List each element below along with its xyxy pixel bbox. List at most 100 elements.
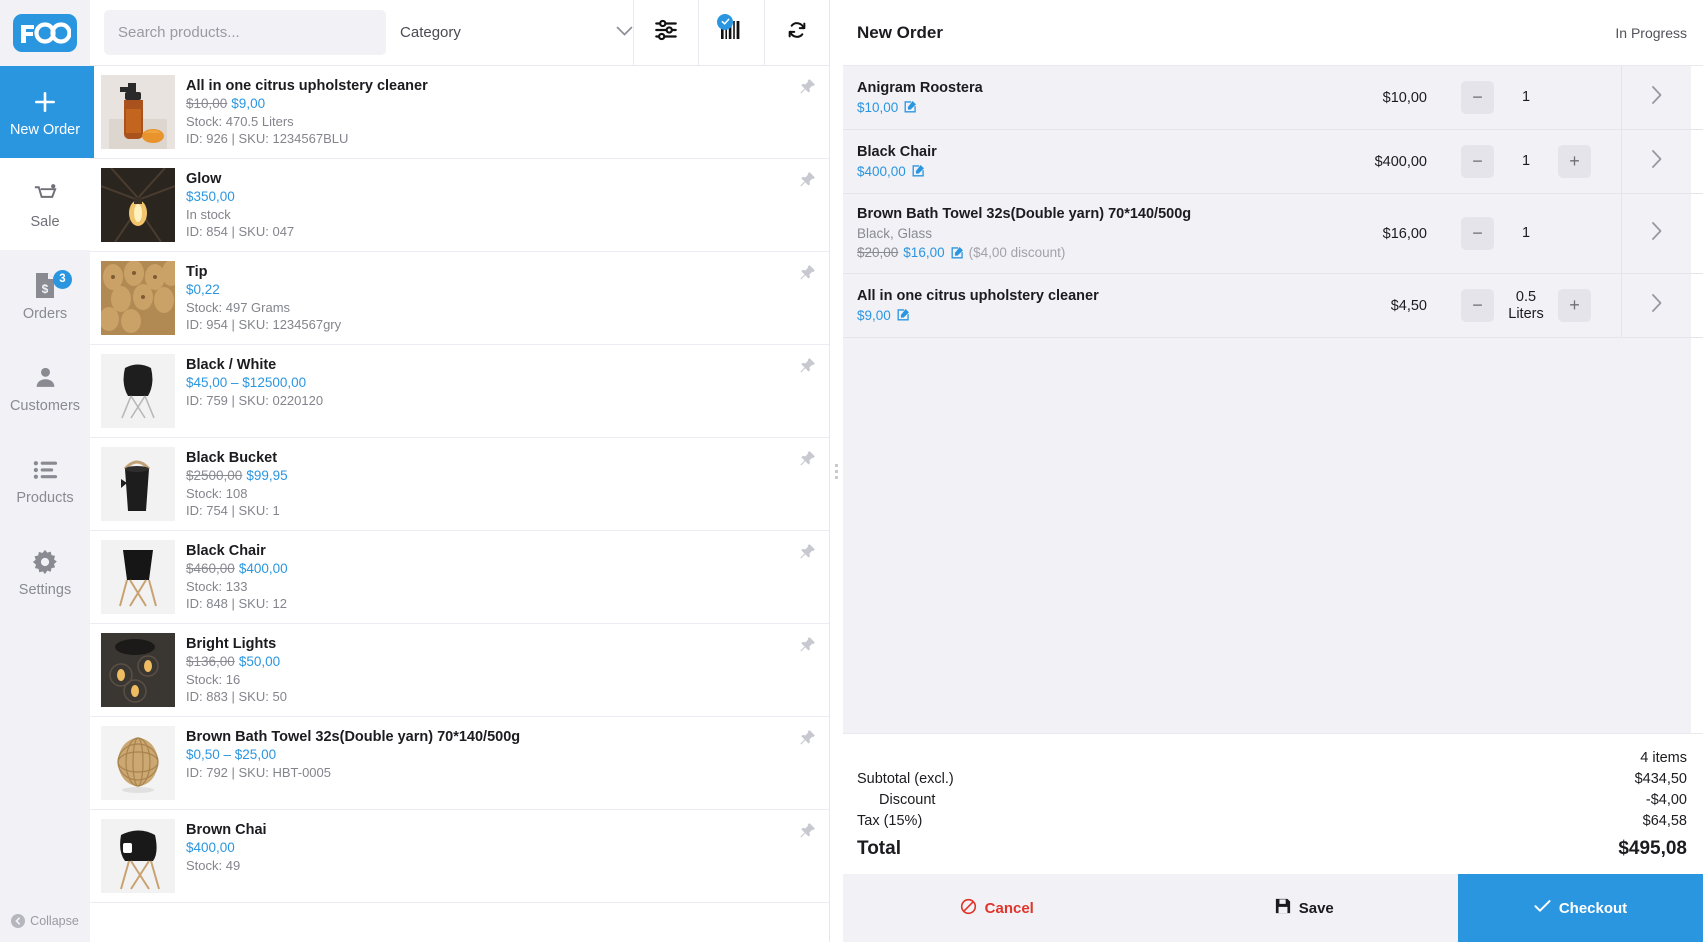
product-current-price: $9,00 <box>231 96 266 111</box>
product-row[interactable]: Brown Bath Towel 32s(Double yarn) 70*140… <box>90 717 829 810</box>
quantity-value[interactable]: 1 <box>1494 89 1558 106</box>
sidebar: New Order Sale 3 $ Orders Customers Prod… <box>0 0 90 942</box>
edit-price-icon[interactable] <box>950 246 964 260</box>
order-items-list[interactable]: Anigram Roostera $10,00 $10,00−1 Black Chai… <box>843 66 1703 733</box>
chevron-right-icon <box>1651 85 1663 110</box>
order-item-details-button[interactable] <box>1621 66 1691 129</box>
order-item-details-button[interactable] <box>1621 130 1691 193</box>
search-input[interactable] <box>104 10 387 55</box>
decrease-quantity-button[interactable]: − <box>1461 145 1494 178</box>
order-item-variant: Black, Glass <box>857 226 933 241</box>
brand-logo[interactable] <box>0 0 90 66</box>
tax-value: $64,58 <box>1642 813 1687 829</box>
product-row[interactable]: All in one citrus upholstery cleaner $10,… <box>90 66 829 159</box>
order-item-row[interactable]: Anigram Roostera $10,00 $10,00−1 <box>843 66 1703 130</box>
order-item-details-button[interactable] <box>1621 274 1691 337</box>
product-id-sku: ID: 754 | SKU: 1 <box>186 503 280 518</box>
pin-icon[interactable] <box>785 819 829 839</box>
total-value: $495,08 <box>1618 838 1687 859</box>
sidebar-item-products[interactable]: Products <box>0 434 90 526</box>
order-list-scrollbar-track[interactable] <box>1691 338 1703 733</box>
collapse-button[interactable]: Collapse <box>0 914 90 928</box>
product-current-price: $400,00 <box>238 561 288 576</box>
product-id-sku: ID: 848 | SKU: 12 <box>186 596 287 611</box>
filter-button[interactable] <box>632 0 698 66</box>
pin-icon[interactable] <box>785 168 829 188</box>
sidebar-item-label: New Order <box>9 121 81 138</box>
product-info: Brown Bath Towel 32s(Double yarn) 70*140… <box>186 726 785 781</box>
sidebar-item-orders[interactable]: 3 $ Orders <box>0 250 90 342</box>
quantity-value[interactable]: 1 <box>1494 225 1558 242</box>
pin-icon[interactable] <box>785 75 829 95</box>
product-price: $350,00 <box>186 188 785 206</box>
product-name: Brown Chai <box>186 822 267 838</box>
product-id-sku: ID: 854 | SKU: 047 <box>186 224 295 239</box>
product-row[interactable]: Tip $0,22 Stock: 497 Grams ID: 954 | SKU: 1… <box>90 252 829 345</box>
order-list-scrollbar[interactable] <box>1691 194 1703 273</box>
order-actions: Cancel Save Checkout <box>843 874 1703 942</box>
refresh-button[interactable] <box>763 0 829 66</box>
order-item-info: Brown Bath Towel 32s(Double yarn) 70*140… <box>843 194 1327 273</box>
pin-icon[interactable] <box>785 447 829 467</box>
cancel-button[interactable]: Cancel <box>843 874 1151 942</box>
product-id-sku: ID: 759 | SKU: 0220120 <box>186 393 324 408</box>
product-row[interactable]: Black / White $45,00 – $12500,00 ID: 759 |… <box>90 345 829 438</box>
product-row[interactable]: Glow $350,00 In stock ID: 854 | SKU: 047 <box>90 159 829 252</box>
order-list-scrollbar[interactable] <box>1691 66 1703 129</box>
sidebar-item-customers[interactable]: Customers <box>0 342 90 434</box>
product-stock: Stock: 49 <box>186 858 241 873</box>
quantity-value[interactable]: 0.5 Liters <box>1494 289 1558 323</box>
order-item-row[interactable]: Black Chair $400,00 $400,00 − 1 + <box>843 130 1703 194</box>
decrease-quantity-button[interactable]: − <box>1461 289 1494 322</box>
product-name: Black Bucket <box>186 450 278 466</box>
gear-icon <box>32 547 58 577</box>
order-item-line-total: $4,50 <box>1390 297 1427 314</box>
edit-price-icon[interactable] <box>903 100 917 114</box>
product-info: Bright Lights $136,00 $50,00 Stock: 16 ID: 8… <box>186 633 785 705</box>
subtotal-label: Subtotal (excl.) <box>857 771 954 787</box>
sidebar-item-label: Orders <box>22 305 68 322</box>
edit-price-icon[interactable] <box>911 164 925 178</box>
edit-price-icon[interactable] <box>896 308 910 322</box>
sidebar-item-label: Settings <box>18 581 72 598</box>
product-row[interactable]: Bright Lights $136,00 $50,00 Stock: 16 ID: 8… <box>90 624 829 717</box>
pin-icon[interactable] <box>785 540 829 560</box>
pin-icon[interactable] <box>785 633 829 653</box>
order-item-details-button[interactable] <box>1621 194 1691 273</box>
order-item-row[interactable]: Brown Bath Towel 32s(Double yarn) 70*140… <box>843 194 1703 274</box>
save-button[interactable]: Save <box>1151 874 1459 942</box>
checkout-button[interactable]: Checkout <box>1458 874 1703 942</box>
order-item-row[interactable]: All in one citrus upholstery cleaner $9,0… <box>843 274 1703 338</box>
sidebar-item-new-order[interactable]: New Order <box>0 66 90 158</box>
quantity-value[interactable]: 1 <box>1494 153 1558 170</box>
cancel-label: Cancel <box>984 899 1034 917</box>
product-thumbnail <box>101 261 175 335</box>
discount-label: Discount <box>879 792 936 808</box>
pin-icon[interactable] <box>785 261 829 281</box>
quantity-stepper: − 1 + <box>1431 130 1621 193</box>
order-item-name: Brown Bath Towel 32s(Double yarn) 70*140… <box>857 206 1192 222</box>
quantity-stepper: −0.5 Liters + <box>1431 274 1621 337</box>
order-items-empty-space <box>843 338 1703 733</box>
product-name: Black Chair <box>186 543 266 559</box>
pin-icon[interactable] <box>785 726 829 746</box>
order-title: New Order <box>857 22 943 42</box>
product-list[interactable]: All in one citrus upholstery cleaner $10,… <box>90 66 829 942</box>
product-row[interactable]: Black Bucket $2500,00 $99,95 Stock: 108 ID: … <box>90 438 829 531</box>
summary-discount: Discount -$4,00 <box>857 790 1687 811</box>
svg-text:$: $ <box>42 282 49 296</box>
panel-resize-handle[interactable] <box>830 0 843 942</box>
barcode-scan-button[interactable] <box>698 0 763 66</box>
increase-quantity-button[interactable]: + <box>1558 289 1591 322</box>
pin-icon[interactable] <box>785 354 829 374</box>
order-list-scrollbar[interactable] <box>1691 274 1703 337</box>
category-select[interactable]: Category <box>400 10 633 55</box>
increase-quantity-button[interactable]: + <box>1558 145 1591 178</box>
decrease-quantity-button[interactable]: − <box>1461 217 1494 250</box>
sidebar-item-sale[interactable]: Sale <box>0 158 90 250</box>
decrease-quantity-button[interactable]: − <box>1461 81 1494 114</box>
order-list-scrollbar[interactable] <box>1691 130 1703 193</box>
product-row[interactable]: Brown Chai $400,00 Stock: 49 <box>90 810 829 903</box>
product-row[interactable]: Black Chair $460,00 $400,00 Stock: 133 ID: 8… <box>90 531 829 624</box>
sidebar-item-settings[interactable]: Settings <box>0 526 90 618</box>
